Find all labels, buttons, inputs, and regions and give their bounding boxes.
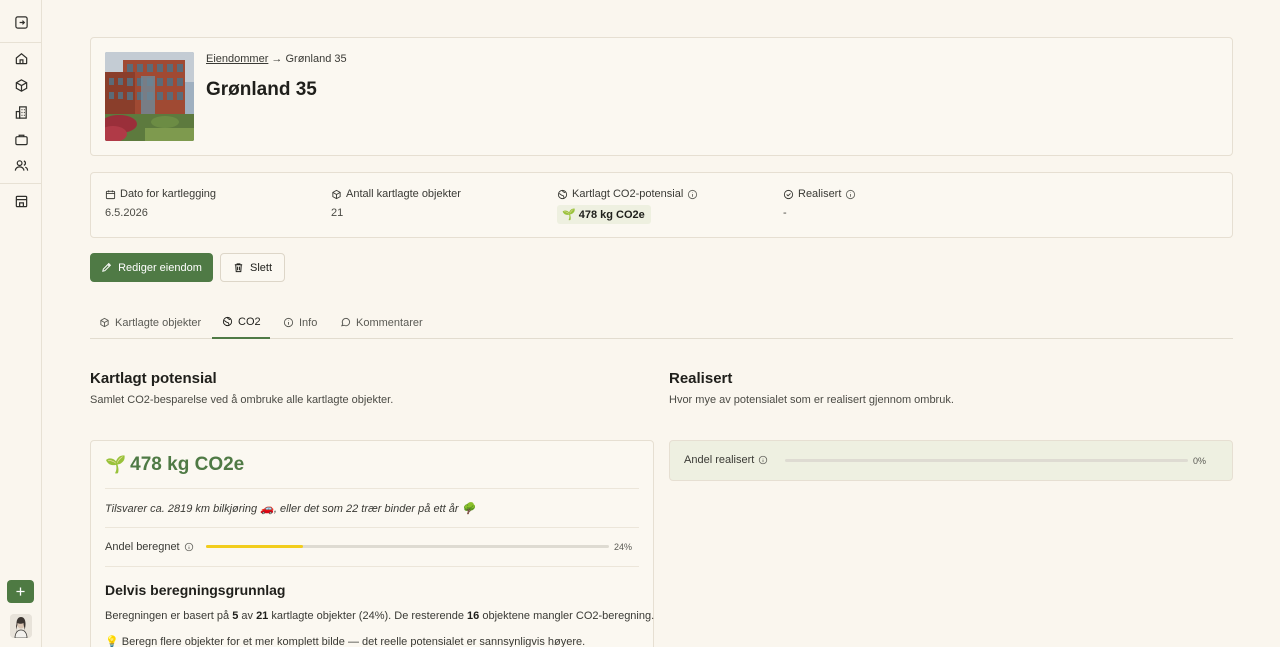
realized-title: Realisert [669,370,733,387]
delete-label: Slett [249,261,272,274]
stat-date-value: 6.5.2026 [105,207,148,219]
info-icon[interactable] [845,189,856,200]
breadcrumb: Eiendommer → Grønland 35 [206,53,347,65]
edit-property-label: Rediger eiendom [118,261,202,274]
basis-text: Beregningen er basert på 5 av 21 kartlag… [105,610,655,622]
calculated-share-label: Andel beregnet [105,541,180,553]
box-icon [332,189,341,199]
avatar[interactable] [10,614,32,638]
tab-label: CO2 [238,315,261,328]
stat-realized: Realisert - [783,188,856,219]
hint-text: 💡 Beregn flere objekter for et mer kompl… [105,636,586,647]
stat-realized-label: Realisert [798,188,842,200]
stat-potential: Kartlagt CO2-potensial 🌱 478 kg CO2e [557,188,698,224]
co2-chip: 🌱 478 kg CO2e [557,205,651,224]
realized-share-bar [785,459,1188,462]
stat-objects-value: 21 [331,207,344,219]
tab-bar: Kartlagte objekter CO2 Info Kommentarer [90,308,1233,339]
calculated-share-row: Andel beregnet [105,541,194,553]
briefcase-icon[interactable] [10,128,32,150]
breadcrumb-current: Grønland 35 [285,53,347,65]
tab-kommentarer[interactable]: Kommentarer [340,308,423,339]
potential-title: Kartlagt potensial [90,370,217,387]
store-icon[interactable] [10,190,32,212]
expand-sidebar-icon[interactable] [10,11,32,33]
sidebar [0,0,42,647]
stat-objects: Antall kartlagte objekter 21 [331,188,461,219]
stat-potential-value: 478 kg CO2e [578,208,645,221]
calculated-share-bar [206,545,609,548]
tab-label: Kommentarer [356,316,423,329]
potential-amount-value: 478 kg CO2e [130,454,245,475]
stat-objects-label: Antall kartlagte objekter [346,188,461,200]
seedling-icon: 🌱 [562,209,576,221]
breadcrumb-arrow: → [271,53,283,65]
users-icon[interactable] [10,154,32,176]
calendar-icon [105,189,116,199]
realized-share-row: Andel realisert [684,454,768,466]
stat-date: Dato for kartlegging 6.5.2026 [105,188,216,219]
info-icon[interactable] [184,542,194,552]
breadcrumb-link-eiendommer[interactable]: Eiendommer [206,53,268,65]
property-photo [105,52,194,141]
trash-icon [234,263,243,273]
seedling-icon: 🌱 [105,455,127,474]
realized-subtitle: Hvor mye av potensialet som er realisert… [669,394,954,406]
realized-share-label: Andel realisert [684,454,755,466]
box-icon [100,317,109,328]
basis-title: Delvis beregningsgrunnlag [105,582,286,598]
potential-subtitle: Samlet CO2-besparelse ved å ombruke alle… [90,394,394,406]
tab-label: Info [299,316,318,329]
chat-icon [341,317,351,327]
tab-info[interactable]: Info [283,308,317,339]
home-icon[interactable] [10,47,32,69]
edit-property-button[interactable]: Rediger eiendom [90,253,213,282]
box-icon[interactable] [10,74,32,96]
delete-button[interactable]: Slett [220,253,285,282]
tab-kartlagte-objekter[interactable]: Kartlagte objekter [99,308,201,339]
add-button[interactable] [7,580,34,603]
globe-icon [222,316,233,327]
potential-amount: 🌱 478 kg CO2e [105,454,244,476]
info-icon[interactable] [687,189,698,200]
calculated-share-fill [206,545,303,548]
pencil-icon [102,262,112,272]
check-circle-icon [783,189,794,199]
page-title: Grønland 35 [206,79,317,100]
tab-co2[interactable]: CO2 [212,308,270,339]
globe-icon [557,189,568,199]
info-icon [283,317,294,328]
calculated-share-percent: 24% [614,542,633,552]
info-icon[interactable] [758,455,768,465]
equivalent-text: Tilsvarer ca. 2819 km bilkjøring 🚗, elle… [105,503,476,515]
stat-date-label: Dato for kartlegging [120,188,216,200]
realized-share-percent: 0% [1193,456,1207,466]
buildings-icon[interactable] [10,101,32,123]
stat-realized-value: - [783,207,787,219]
stat-potential-label: Kartlagt CO2-potensial [572,188,684,200]
tab-label: Kartlagte objekter [115,316,202,329]
